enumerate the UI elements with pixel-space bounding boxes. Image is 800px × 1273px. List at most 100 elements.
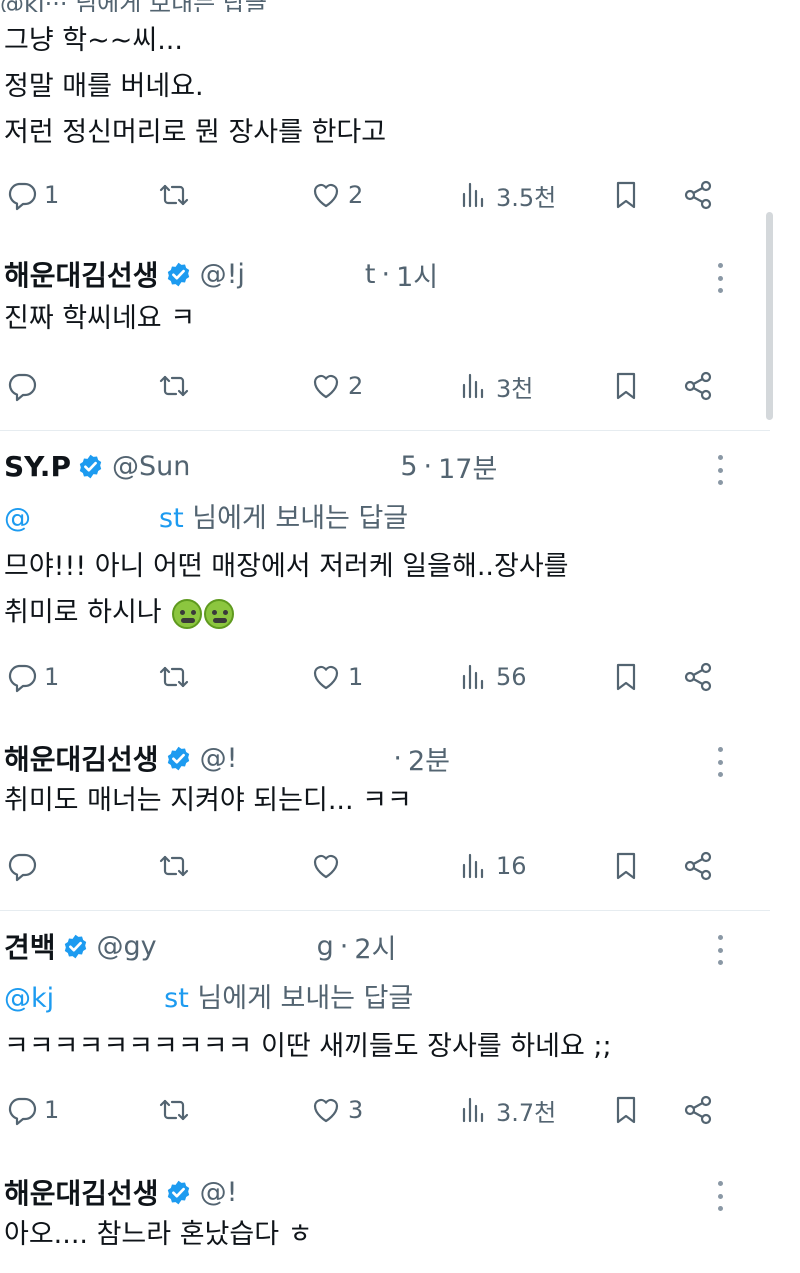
retweet-icon: [158, 850, 190, 882]
reply-button[interactable]: 1: [6, 175, 59, 215]
like-button[interactable]: 3: [310, 1090, 363, 1130]
tweet-divider: [0, 430, 770, 431]
author-name[interactable]: 해운대김선생: [4, 738, 159, 778]
bookmark-button[interactable]: [610, 657, 642, 697]
reply-to-label: 님에게 보내는 답글: [192, 503, 409, 534]
verified-badge-icon: [77, 453, 104, 480]
tweet-text-line: 그냥 학~~씨...: [4, 25, 183, 56]
like-count: 1: [348, 663, 364, 691]
more-icon[interactable]: [712, 455, 728, 485]
share-icon: [682, 179, 714, 211]
bookmark-button[interactable]: [610, 1090, 642, 1130]
verified-badge-icon: [165, 261, 192, 288]
tweet-header: 해운대김선생 @!: [4, 1172, 438, 1212]
bookmark-icon: [610, 179, 642, 211]
author-name[interactable]: 해운대김선생: [4, 254, 159, 294]
tweet-actions: 1 3 3.7천: [0, 1090, 740, 1130]
reply-button[interactable]: 1: [6, 657, 59, 697]
views-icon: [458, 1094, 490, 1126]
author-name[interactable]: SY.P: [4, 450, 71, 483]
like-button[interactable]: 1: [310, 657, 363, 697]
share-button[interactable]: [682, 657, 714, 697]
like-count: 3: [348, 1096, 364, 1124]
verified-badge-icon: [165, 745, 192, 772]
tweet-actions: 2 3천: [0, 366, 740, 406]
share-button[interactable]: [682, 175, 714, 215]
bookmark-icon: [610, 850, 642, 882]
scrollbar[interactable]: [766, 212, 773, 420]
views-button[interactable]: 3.7천: [458, 1090, 556, 1130]
heart-icon: [310, 850, 342, 882]
views-button[interactable]: 56: [458, 657, 527, 697]
retweet-button[interactable]: [158, 1090, 196, 1130]
tweet-actions: 16: [0, 846, 740, 886]
more-icon[interactable]: [712, 263, 728, 293]
author-name[interactable]: 견백: [4, 926, 56, 966]
share-icon: [682, 850, 714, 882]
reply-to-mention[interactable]: @kj st: [4, 983, 189, 1014]
views-count: 3.7천: [496, 1098, 557, 1127]
tweet-actions: 1 2 3.5천: [0, 175, 740, 215]
reply-count: 1: [44, 181, 60, 209]
more-icon[interactable]: [712, 935, 728, 965]
reply-to-line: @ st 님에게 보내는 답글: [4, 496, 408, 535]
views-count: 16: [496, 852, 527, 880]
reply-to-mention[interactable]: @ st: [4, 503, 184, 534]
author-handle[interactable]: @!: [200, 1177, 438, 1208]
nauseated-face-emoji: [172, 598, 203, 629]
tweet-time[interactable]: 2분: [408, 739, 450, 778]
partial-reply-line: @kj··· 님에게 보내는 답글: [0, 0, 440, 12]
author-handle[interactable]: @!: [200, 743, 388, 774]
reply-icon: [6, 1094, 38, 1126]
more-icon[interactable]: [712, 1181, 728, 1211]
bookmark-button[interactable]: [610, 846, 642, 886]
like-count: 2: [348, 181, 364, 209]
retweet-button[interactable]: [158, 846, 196, 886]
like-button[interactable]: [310, 846, 348, 886]
like-button[interactable]: 2: [310, 366, 363, 406]
views-button[interactable]: 16: [458, 846, 527, 886]
tweet-text-line: 아오.... 참느라 혼났습다 ㅎ: [4, 1219, 313, 1250]
tweet-text-line: 취미도 매너는 지켜야 되는디... ㅋㅋ: [4, 785, 412, 816]
views-button[interactable]: 3천: [458, 366, 533, 406]
verified-badge-icon: [165, 1179, 192, 1206]
retweet-icon: [158, 1094, 190, 1126]
tweet-header: 견백 @gy g · 2시: [4, 926, 396, 966]
verified-badge-icon: [62, 933, 89, 960]
tweet-header: SY.P @Sun 5 · 17분: [4, 447, 497, 486]
bookmark-button[interactable]: [610, 366, 642, 406]
more-icon[interactable]: [712, 747, 728, 777]
heart-icon: [310, 661, 342, 693]
author-handle[interactable]: @gy g: [97, 931, 334, 962]
tweet-text-line: ㅋㅋㅋㅋㅋㅋㅋㅋㅋㅋ 이딴 새끼들도 장사를 하네요 ;;: [4, 1031, 612, 1062]
share-icon: [682, 661, 714, 693]
share-button[interactable]: [682, 366, 714, 406]
share-button[interactable]: [682, 846, 714, 886]
tweet-time[interactable]: 1시: [396, 255, 438, 294]
reply-icon: [6, 179, 38, 211]
reply-button[interactable]: [6, 366, 44, 406]
retweet-button[interactable]: [158, 175, 196, 215]
views-button[interactable]: 3.5천: [458, 175, 556, 215]
reply-count: 1: [44, 663, 60, 691]
reply-button[interactable]: 1: [6, 1090, 59, 1130]
tweet-text-line: 정말 매를 버네요.: [4, 71, 204, 102]
retweet-icon: [158, 179, 190, 211]
views-icon: [458, 179, 490, 211]
author-handle[interactable]: @!j t: [200, 259, 376, 290]
share-icon: [682, 370, 714, 402]
tweet-text-line-with-emoji: 취미로 하시나: [4, 590, 235, 636]
bookmark-button[interactable]: [610, 175, 642, 215]
author-handle[interactable]: @Sun 5: [112, 451, 418, 482]
reply-icon: [6, 370, 38, 402]
author-name[interactable]: 해운대김선생: [4, 1172, 159, 1212]
retweet-button[interactable]: [158, 366, 196, 406]
tweet-time[interactable]: 2시: [354, 927, 396, 966]
reply-button[interactable]: [6, 846, 44, 886]
share-button[interactable]: [682, 1090, 714, 1130]
retweet-button[interactable]: [158, 657, 196, 697]
tweet-time[interactable]: 17분: [438, 447, 497, 486]
heart-icon: [310, 179, 342, 211]
tweet-actions: 1 1 56: [0, 657, 740, 697]
like-button[interactable]: 2: [310, 175, 363, 215]
